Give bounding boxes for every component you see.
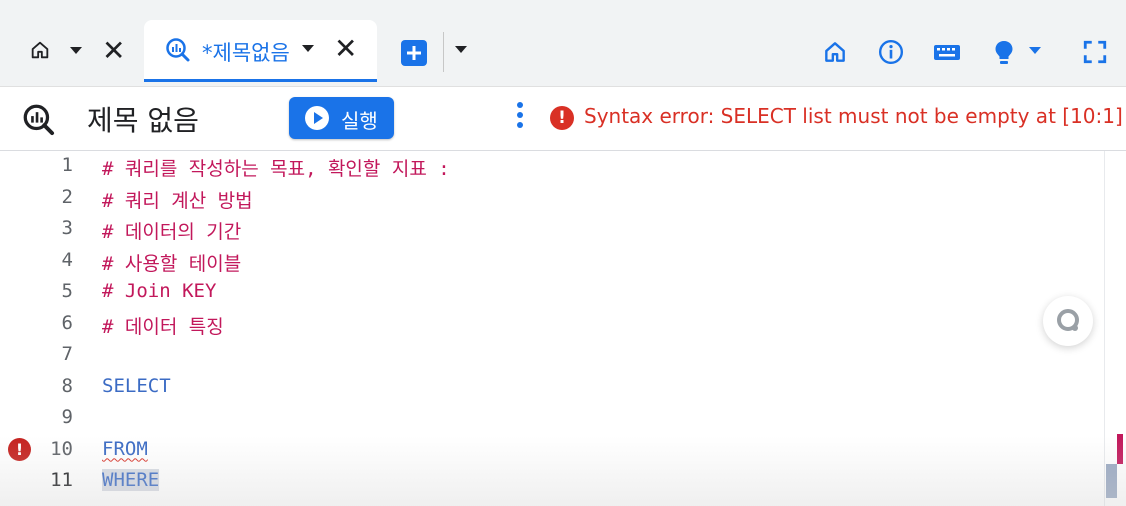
editor-line[interactable]: 8 SELECT — [0, 372, 1104, 403]
code-comment[interactable]: # 쿼리를 작성하는 목표, 확인할 지표 : — [102, 154, 450, 181]
line-number: 6 — [61, 311, 73, 334]
home-icon[interactable] — [29, 39, 51, 65]
editor-line[interactable]: 6 # 데이터 특징 — [0, 309, 1104, 340]
scrollbar[interactable] — [1104, 151, 1105, 506]
tab-untitled-query[interactable]: *제목없음 ✕ — [144, 20, 377, 82]
error-icon: ! — [550, 106, 574, 130]
code-editor[interactable]: 1 # 쿼리를 작성하는 목표, 확인할 지표 : 2 # 쿼리 계산 방법 3… — [0, 151, 1126, 506]
tab-title: *제목없음 — [202, 41, 290, 65]
scrollbar-error-marker — [1117, 434, 1123, 464]
code-comment[interactable]: # 사용할 테이블 — [102, 249, 241, 276]
code-keyword-select[interactable]: SELECT — [102, 375, 171, 397]
new-tab-caret-icon[interactable] — [455, 46, 467, 53]
line-number: 11 — [50, 469, 73, 491]
editor-line[interactable]: 7 — [0, 340, 1104, 371]
code-keyword-where[interactable]: WHERE — [102, 469, 160, 491]
editor-line[interactable]: 1 # 쿼리를 작성하는 목표, 확인할 지표 : — [0, 151, 1104, 182]
home-icon[interactable] — [822, 39, 848, 69]
editor-line-active[interactable]: 11 WHERE — [0, 466, 1104, 497]
lightbulb-menu-caret-icon[interactable] — [1029, 47, 1041, 54]
line-number: 2 — [61, 185, 73, 208]
plus-square-icon[interactable] — [401, 40, 427, 66]
line-number: 7 — [61, 343, 73, 365]
tab-divider — [443, 32, 444, 72]
tab-close-icon[interactable]: ✕ — [334, 35, 357, 63]
editor-line[interactable]: 2 # 쿼리 계산 방법 — [0, 183, 1104, 214]
line-number: 3 — [61, 217, 73, 239]
play-icon — [305, 106, 329, 130]
editor-line[interactable]: 3 # 데이터의 기간 — [0, 214, 1104, 245]
tab-home[interactable]: ✕ — [0, 22, 140, 82]
syntax-error-message: Syntax error: SELECT list must not be em… — [584, 104, 1123, 128]
editor-line[interactable]: 5 # Join KEY — [0, 277, 1104, 308]
close-icon[interactable]: ✕ — [102, 37, 125, 65]
keyboard-icon[interactable] — [933, 39, 961, 69]
editor-line-error[interactable]: ! 10 FROM — [0, 435, 1104, 466]
query-title[interactable]: 제목 없음 — [87, 99, 199, 139]
code-comment[interactable]: # 쿼리 계산 방법 — [102, 186, 253, 213]
code-comment[interactable]: # 데이터의 기간 — [102, 217, 241, 244]
editor-line[interactable]: 4 # 사용할 테이블 — [0, 246, 1104, 277]
line-number: 1 — [61, 154, 73, 176]
info-icon[interactable] — [878, 39, 904, 69]
code-comment[interactable]: # Join KEY — [102, 280, 216, 302]
line-number: 10 — [50, 437, 73, 460]
code-keyword-from[interactable]: FROM — [102, 438, 148, 460]
line-number: 5 — [61, 280, 73, 302]
more-vert-icon[interactable] — [514, 102, 526, 134]
lightbulb-icon[interactable] — [992, 39, 1016, 71]
run-button[interactable]: 실행 — [289, 97, 394, 139]
editor-line[interactable]: 9 — [0, 403, 1104, 434]
query-icon — [22, 103, 56, 141]
run-button-label: 실행 — [341, 109, 378, 133]
scrollbar-thumb[interactable] — [1106, 464, 1117, 498]
code-comment[interactable]: # 데이터 특징 — [102, 312, 224, 339]
query-icon — [165, 37, 191, 67]
line-number: 9 — [61, 406, 73, 428]
fullscreen-icon[interactable] — [1082, 39, 1108, 69]
search-assist-icon[interactable] — [1043, 296, 1093, 346]
caret-down-icon[interactable] — [70, 47, 82, 54]
tab-menu-caret-icon[interactable] — [302, 45, 314, 52]
tab-bar: ✕ *제목없음 ✕ — [0, 0, 1126, 87]
line-number: 4 — [61, 248, 73, 271]
query-toolbar: 제목 없음 실행 ! Syntax error: SELECT list mus… — [0, 87, 1126, 151]
line-number: 8 — [61, 374, 73, 397]
